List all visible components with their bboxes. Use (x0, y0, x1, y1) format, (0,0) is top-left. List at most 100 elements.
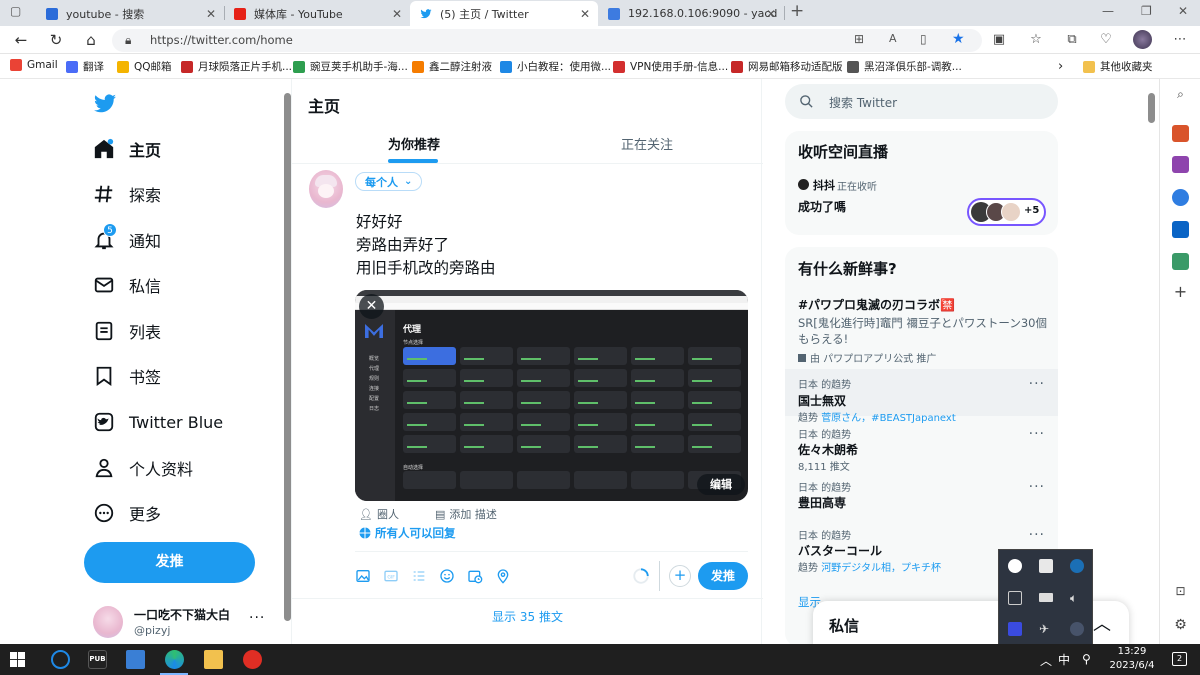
new-tab-button[interactable]: + (790, 1, 804, 21)
nav-messages[interactable]: 私信 (93, 270, 161, 300)
account-switcher[interactable]: 一口吃不下猫大白 @pizyj ··· (93, 602, 283, 642)
minimize-button[interactable]: — (1102, 4, 1114, 18)
chevron-right-icon[interactable]: › (1058, 59, 1063, 74)
window-close-button[interactable]: ✕ (1178, 4, 1188, 18)
other-bookmarks[interactable]: 其他收藏夹 (1083, 59, 1153, 74)
tab-following[interactable]: 正在关注 (621, 134, 673, 153)
netease-music-icon[interactable] (243, 650, 262, 669)
shopping-icon[interactable] (1172, 125, 1189, 142)
cortana-icon[interactable] (51, 650, 70, 669)
favorites-icon[interactable]: ☆ (1028, 32, 1044, 48)
maximize-button[interactable]: ❐ (1141, 4, 1152, 18)
app-icon[interactable]: ⊞ (854, 32, 864, 46)
add-tweet-button[interactable]: + (669, 565, 691, 587)
drop-icon[interactable] (1172, 253, 1189, 270)
nav-lists[interactable]: 列表 (93, 316, 161, 346)
chevron-up-icon[interactable]: ︿ (1093, 610, 1111, 636)
bookmark-vpn[interactable]: VPN使用手册-信息... (613, 59, 728, 74)
tab-for-you[interactable]: 为你推荐 (388, 134, 440, 153)
ime-indicator[interactable]: 中 (1058, 651, 1070, 668)
nav-twitter-blue[interactable]: Twitter Blue (93, 407, 223, 437)
close-icon[interactable]: ✕ (580, 7, 590, 21)
extensions-icon[interactable]: ♡ (1098, 32, 1114, 48)
settings-gear-icon[interactable]: ⚙ (1172, 617, 1189, 634)
network-icon[interactable]: ✈︎ (1039, 622, 1053, 636)
reader-icon[interactable]: ▯ (920, 32, 927, 46)
add-icon[interactable]: + (1172, 284, 1189, 301)
tab-icon[interactable]: ▣ (991, 32, 1007, 48)
tab-yacd[interactable]: 192.168.0.106:9090 - yacd ✕ (598, 1, 784, 26)
post-button[interactable]: 发推 (84, 542, 255, 583)
profile-avatar[interactable] (1133, 30, 1152, 49)
location-icon[interactable] (495, 568, 511, 584)
g-hub-icon[interactable] (1008, 559, 1022, 573)
bookmark-wandoujia[interactable]: 豌豆荚手机助手-海... (293, 59, 408, 74)
chevron-up-icon[interactable]: ︿ (1040, 652, 1052, 669)
nav-home[interactable]: 主页 (93, 134, 161, 164)
game-app-icon[interactable]: PUB (88, 650, 107, 669)
bookmark-translate[interactable]: 翻译 (66, 59, 104, 74)
trend-item[interactable]: 日本 的趋势 国士無双 趋势 菅原さん，#BEASTJapanext ··· (785, 369, 1058, 424)
shield-icon[interactable] (1039, 559, 1053, 573)
office-icon[interactable] (1172, 189, 1189, 206)
close-icon[interactable]: ✕ (206, 7, 216, 21)
outlook-icon[interactable] (1172, 221, 1189, 238)
home-button[interactable]: ⌂ (82, 31, 100, 49)
read-aloud-icon[interactable]: A (889, 32, 897, 45)
display-icon[interactable] (1008, 591, 1022, 605)
back-button[interactable]: ← (12, 31, 30, 49)
favorite-star-icon[interactable]: ★ (952, 31, 965, 47)
remote-desktop-icon[interactable] (126, 650, 145, 669)
search-box[interactable]: 搜索 Twitter (785, 84, 1058, 119)
compose-text-line[interactable]: 好好好 (356, 210, 403, 232)
bookmark-moonfall[interactable]: 月球陨落正片手机... (181, 59, 292, 74)
clock-date[interactable]: 2023/6/4 (1104, 660, 1160, 671)
more-icon[interactable]: ··· (249, 610, 265, 626)
schedule-icon[interactable] (467, 568, 483, 584)
nav-profile[interactable]: 个人资料 (93, 453, 193, 483)
bookmark-tutorial[interactable]: 小白教程：使用微... (500, 59, 611, 74)
sidebar-layout-icon[interactable]: ⊡ (1172, 584, 1189, 601)
nav-bookmarks[interactable]: 书签 (93, 361, 161, 391)
notification-center-icon[interactable]: 2 (1172, 652, 1187, 666)
network-icon[interactable]: ⚲ (1082, 652, 1091, 666)
battery-icon[interactable] (1039, 593, 1053, 602)
bookmark-club[interactable]: 黑沼泽俱乐部-调教... (847, 59, 962, 74)
close-icon[interactable]: ✕ (392, 7, 402, 21)
compose-text-line[interactable]: 用旧手机改的旁路由 (356, 256, 496, 278)
add-description-button[interactable]: ▤ 添加 描述 (435, 506, 497, 522)
nav-notifications[interactable]: 通知 5 (93, 223, 161, 255)
more-icon[interactable]: ··· (1029, 527, 1045, 543)
promoted-trend[interactable]: #パワプロ鬼滅の刃コラボ🈲 SR[鬼化進行時]竈門 禰豆子とパワストーン30個も… (785, 291, 1058, 367)
app-tray-icon[interactable] (1008, 622, 1022, 636)
emoji-icon[interactable] (439, 568, 455, 584)
scrollbar[interactable] (1148, 93, 1155, 123)
more-icon[interactable]: ··· (1029, 376, 1045, 392)
nav-more[interactable]: 更多 (93, 498, 161, 528)
gif-icon[interactable]: GIF (383, 568, 399, 584)
nav-explore[interactable]: 探索 (93, 179, 161, 209)
collections-icon[interactable]: ⧉ (1064, 32, 1080, 48)
more-icon[interactable]: ··· (1029, 479, 1045, 495)
tab-youtube-search[interactable]: youtube - 搜索 ✕ (36, 1, 224, 26)
remove-image-button[interactable]: ✕ (359, 294, 384, 319)
tab-actions-icon[interactable]: ▢ (10, 4, 21, 18)
windows-start-icon[interactable] (10, 652, 25, 667)
more-menu-icon[interactable]: ⋯ (1172, 32, 1188, 48)
image-icon[interactable] (355, 568, 371, 584)
tweet-button[interactable]: 发推 (698, 562, 748, 590)
compose-avatar[interactable] (309, 170, 343, 208)
tab-youtube-library[interactable]: 媒体库 - YouTube ✕ (224, 1, 410, 26)
edit-image-button[interactable]: 编辑 (697, 474, 745, 495)
bookmark-163mail[interactable]: 网易邮箱移动适配版 (731, 59, 843, 74)
file-explorer-icon[interactable] (204, 650, 223, 669)
bookmark-injection[interactable]: 鑫二醇注射液 (412, 59, 492, 74)
speaker-icon[interactable]: 🔈︎ (1070, 591, 1084, 605)
audience-selector[interactable]: 每个人 ⌄ (355, 172, 423, 191)
edge-icon[interactable] (165, 650, 184, 669)
show-new-tweets[interactable]: 显示 35 推文 (292, 598, 763, 634)
tray-app-icon[interactable] (1070, 622, 1084, 636)
reply-settings[interactable]: 所有人可以回复 (359, 525, 456, 541)
spaces-card[interactable]: 收听空间直播 抖抖 正在收听 成功了嗎 +5 (785, 131, 1058, 235)
trend-item[interactable]: 日本 的趋势 佐々木朗希 8,111 推文 ··· (785, 423, 1058, 473)
